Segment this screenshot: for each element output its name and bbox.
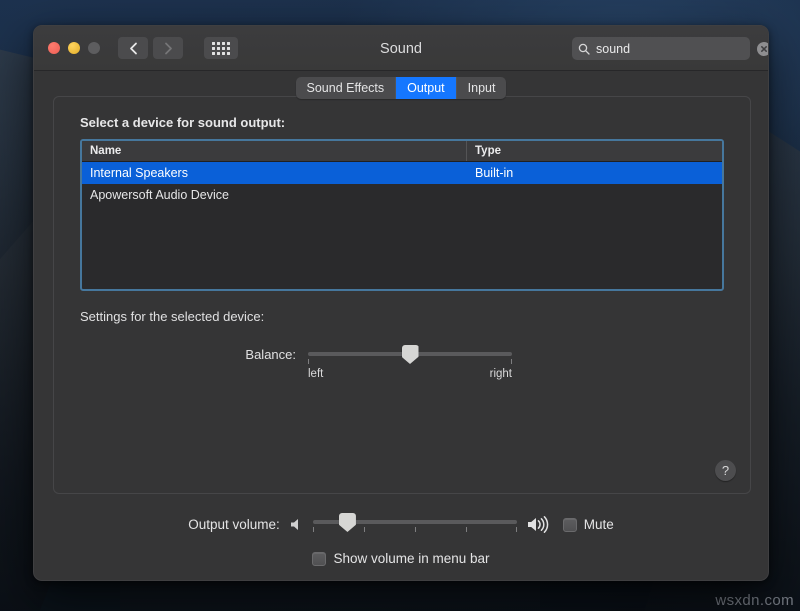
forward-chevron-icon (164, 42, 173, 55)
balance-right-label: right (490, 368, 512, 380)
show-volume-menu-bar-control[interactable]: Show volume in menu bar (34, 551, 768, 566)
column-header-name[interactable]: Name (82, 141, 467, 161)
segmented-control: Sound Effects Output Input (296, 77, 507, 99)
balance-label: Balance: (220, 346, 308, 362)
mute-control[interactable]: Mute (563, 517, 614, 532)
show-volume-in-menu-bar-label: Show volume in menu bar (333, 551, 489, 566)
show-volume-in-menu-bar-checkbox[interactable] (312, 552, 326, 566)
output-settings-panel: Select a device for sound output: Name T… (53, 96, 751, 494)
forward-button[interactable] (153, 37, 183, 59)
zoom-button[interactable] (88, 42, 100, 54)
device-name-cell: Apowersoft Audio Device (82, 184, 467, 206)
output-device-table[interactable]: Name Type Internal Speakers Built-in Apo… (80, 139, 724, 291)
balance-slider-track[interactable] (308, 352, 512, 356)
close-icon (760, 45, 768, 53)
tab-output[interactable]: Output (396, 77, 457, 99)
close-button[interactable] (48, 42, 60, 54)
back-button[interactable] (118, 37, 148, 59)
output-volume-section: Output volume: (34, 508, 768, 566)
balance-control-row: Balance: left right (80, 346, 724, 380)
column-header-type[interactable]: Type (467, 141, 722, 161)
tab-sound-effects[interactable]: Sound Effects (296, 77, 397, 99)
help-button[interactable]: ? (715, 460, 736, 481)
volume-slider-track[interactable] (313, 520, 517, 524)
device-type-cell (467, 184, 722, 206)
mute-checkbox[interactable] (563, 518, 577, 532)
table-header-row: Name Type (82, 141, 722, 162)
speaker-loud-icon (526, 515, 554, 534)
settings-prompt-label: Settings for the selected device: (80, 309, 724, 324)
output-volume-row: Output volume: (34, 514, 768, 535)
balance-left-label: left (308, 368, 323, 380)
device-name-cell: Internal Speakers (82, 162, 467, 184)
table-row[interactable]: Apowersoft Audio Device (82, 184, 722, 206)
sound-preferences-window: Sound Sound Effects Output Input Sele (33, 25, 769, 581)
show-all-button[interactable] (204, 37, 238, 59)
volume-slider-ticks (313, 527, 517, 535)
tab-input[interactable]: Input (457, 77, 507, 99)
navigation-buttons (118, 37, 238, 59)
clear-search-button[interactable] (757, 42, 769, 56)
device-type-cell: Built-in (467, 162, 722, 184)
balance-slider-ticks (308, 359, 512, 367)
search-input[interactable] (596, 42, 757, 56)
mute-label: Mute (584, 517, 614, 532)
speaker-quiet-icon (289, 517, 304, 532)
traffic-light-group (48, 42, 100, 54)
search-icon (578, 43, 590, 55)
device-prompt-label: Select a device for sound output: (80, 115, 724, 130)
watermark: wsxdn.com (715, 592, 794, 609)
output-volume-label: Output volume: (188, 517, 280, 532)
back-chevron-icon (129, 42, 138, 55)
balance-endpoint-labels: left right (308, 368, 512, 380)
output-volume-slider[interactable] (313, 514, 517, 535)
tab-bar: Sound Effects Output Input (34, 71, 768, 105)
table-row[interactable]: Internal Speakers Built-in (82, 162, 722, 184)
grid-icon (212, 42, 230, 55)
minimize-button[interactable] (68, 42, 80, 54)
balance-slider[interactable]: left right (308, 346, 512, 380)
search-field[interactable] (572, 37, 750, 60)
window-titlebar: Sound (34, 26, 768, 71)
